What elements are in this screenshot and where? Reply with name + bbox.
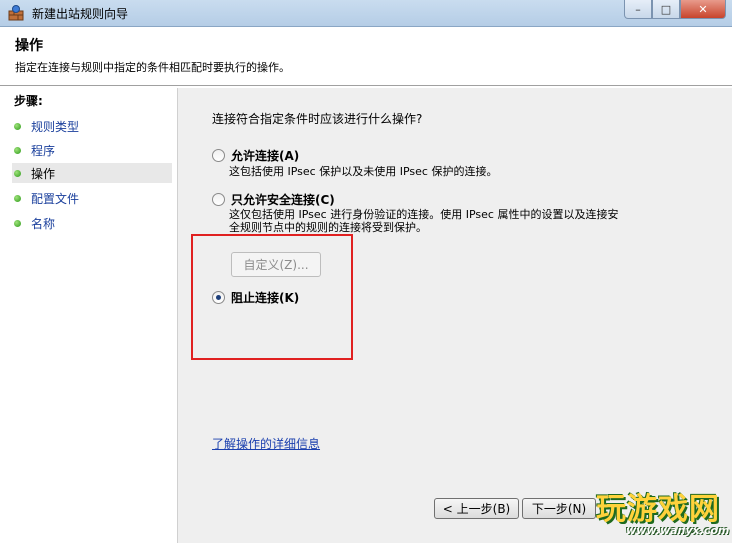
- back-button[interactable]: < 上一步(B): [434, 498, 519, 519]
- firewall-icon: [8, 5, 24, 21]
- secure-connection-radio[interactable]: [212, 193, 225, 206]
- next-button[interactable]: 下一步(N): [522, 498, 596, 519]
- description-line: 这包括使用 IPsec 保护以及未使用 IPsec 保护的连接。: [229, 165, 498, 178]
- page-title: 操作: [15, 38, 43, 54]
- sidebar-item-program[interactable]: 程序: [12, 140, 172, 160]
- sidebar-item-label: 程序: [31, 143, 56, 158]
- secure-connection-option[interactable]: 只允许安全连接(C): [212, 191, 335, 208]
- steps-sidebar: 步骤: 规则类型 程序 操作 配置文件 名称: [8, 88, 178, 543]
- window-controls: – □ ✕: [624, 0, 726, 20]
- step-bullet-icon: [14, 219, 21, 227]
- sidebar-item-action[interactable]: 操作: [12, 163, 172, 183]
- watermark-text: 玩游戏网: [596, 492, 720, 527]
- annotation-highlight-box: [191, 234, 353, 360]
- action-panel: 连接符合指定条件时应该进行什么操作? 允许连接(A) 这包括使用 IPsec 保…: [178, 88, 732, 543]
- title-bar: 新建出站规则向导 – □ ✕: [0, 0, 732, 27]
- steps-title: 步骤:: [14, 94, 43, 108]
- sidebar-item-label: 规则类型: [31, 119, 80, 134]
- allow-connection-label[interactable]: 允许连接(A): [231, 147, 299, 164]
- secure-connection-description: 这仅包括使用 IPsec 进行身份验证的连接。使用 IPsec 属性中的设置以及…: [229, 208, 689, 234]
- allow-connection-option[interactable]: 允许连接(A): [212, 147, 299, 164]
- sidebar-item-label: 名称: [31, 216, 56, 231]
- watermark-url: www.wanyx.com: [626, 524, 730, 537]
- sidebar-item-label: 操作: [31, 166, 56, 181]
- page-description: 指定在连接与规则中指定的条件相匹配时要执行的操作。: [15, 61, 290, 74]
- minimize-button[interactable]: –: [624, 0, 652, 19]
- sidebar-item-label: 配置文件: [31, 191, 80, 206]
- window-title: 新建出站规则向导: [32, 7, 129, 21]
- action-question: 连接符合指定条件时应该进行什么操作?: [212, 112, 423, 126]
- step-bullet-icon: [14, 146, 21, 154]
- step-bullet-icon: [14, 122, 21, 130]
- allow-connection-description: 这包括使用 IPsec 保护以及未使用 IPsec 保护的连接。: [229, 165, 689, 178]
- close-button[interactable]: ✕: [680, 0, 726, 19]
- sidebar-item-profile[interactable]: 配置文件: [12, 188, 172, 208]
- description-line: 这仅包括使用 IPsec 进行身份验证的连接。使用 IPsec 属性中的设置以及…: [229, 208, 619, 221]
- secure-connection-label[interactable]: 只允许安全连接(C): [231, 191, 335, 208]
- description-line: 全规则节点中的规则的连接将受到保护。: [229, 221, 427, 234]
- sidebar-item-rule-type[interactable]: 规则类型: [12, 116, 172, 136]
- site-watermark-logo: 玩游戏网 www.wanyx.com: [588, 482, 730, 540]
- sidebar-item-name[interactable]: 名称: [12, 213, 172, 233]
- allow-connection-radio[interactable]: [212, 149, 225, 162]
- maximize-button[interactable]: □: [652, 0, 680, 19]
- learn-more-link[interactable]: 了解操作的详细信息: [212, 435, 320, 452]
- step-bullet-icon: [14, 169, 21, 177]
- step-bullet-icon: [14, 194, 21, 202]
- page-header: 操作 指定在连接与规则中指定的条件相匹配时要执行的操作。: [0, 27, 732, 86]
